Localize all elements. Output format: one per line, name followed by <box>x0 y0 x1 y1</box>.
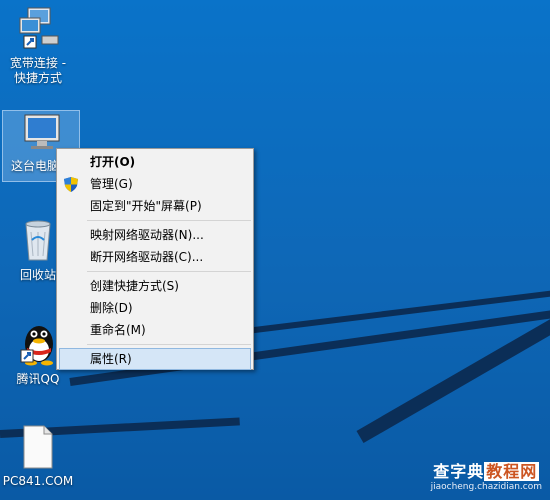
icon-label: PC841.COM <box>2 474 74 488</box>
menu-item-pin-to-start[interactable]: 固定到"开始"屏幕(P) <box>57 195 253 217</box>
desktop: 宽带连接 - 快捷方式 这台电脑 回收站 腾讯QQ PC841.COM 打开(O… <box>0 0 550 500</box>
wallpaper-streak <box>229 278 550 336</box>
menu-item-map-network-drive[interactable]: 映射网络驱动器(N)... <box>57 224 253 246</box>
menu-separator <box>87 271 251 272</box>
menu-item-delete[interactable]: 删除(D) <box>57 297 253 319</box>
context-menu: 打开(O) 管理(G) 固定到"开始"屏幕(P) 映射网络驱动器(N)... 断… <box>56 148 254 370</box>
icon-label-line1: 宽带连接 - <box>9 56 67 70</box>
menu-item-properties[interactable]: 属性(R) <box>59 348 251 370</box>
watermark: 查字典 教程网 jiaocheng.chazidian.com <box>431 458 542 492</box>
menu-separator <box>87 344 251 345</box>
watermark-part1: 查字典 <box>433 462 485 481</box>
menu-item-create-shortcut[interactable]: 创建快捷方式(S) <box>57 275 253 297</box>
desktop-icon-broadband[interactable]: 宽带连接 - 快捷方式 <box>0 4 76 86</box>
icon-label: 这台电脑 <box>11 159 60 173</box>
desktop-icon-file[interactable]: PC841.COM <box>0 424 76 489</box>
recycle-bin-icon <box>25 220 51 261</box>
watermark-url: jiaocheng.chazidian.com <box>430 482 542 492</box>
menu-item-rename[interactable]: 重命名(M) <box>57 319 253 341</box>
uac-shield-icon <box>64 177 78 192</box>
document-icon <box>23 425 53 469</box>
menu-item-disconnect-network-drive[interactable]: 断开网络驱动器(C)... <box>57 246 253 268</box>
menu-item-open[interactable]: 打开(O) <box>57 151 253 173</box>
icon-label: 腾讯QQ <box>16 372 60 386</box>
network-computer-icon <box>19 7 59 49</box>
icon-label: 回收站 <box>19 268 56 282</box>
menu-item-label: 管理(G) <box>90 177 133 191</box>
menu-separator <box>87 220 251 221</box>
penguin-icon <box>20 326 53 366</box>
icon-label-line2: 快捷方式 <box>13 71 62 85</box>
watermark-part2: 教程网 <box>484 462 540 481</box>
menu-item-manage[interactable]: 管理(G) <box>57 173 253 195</box>
